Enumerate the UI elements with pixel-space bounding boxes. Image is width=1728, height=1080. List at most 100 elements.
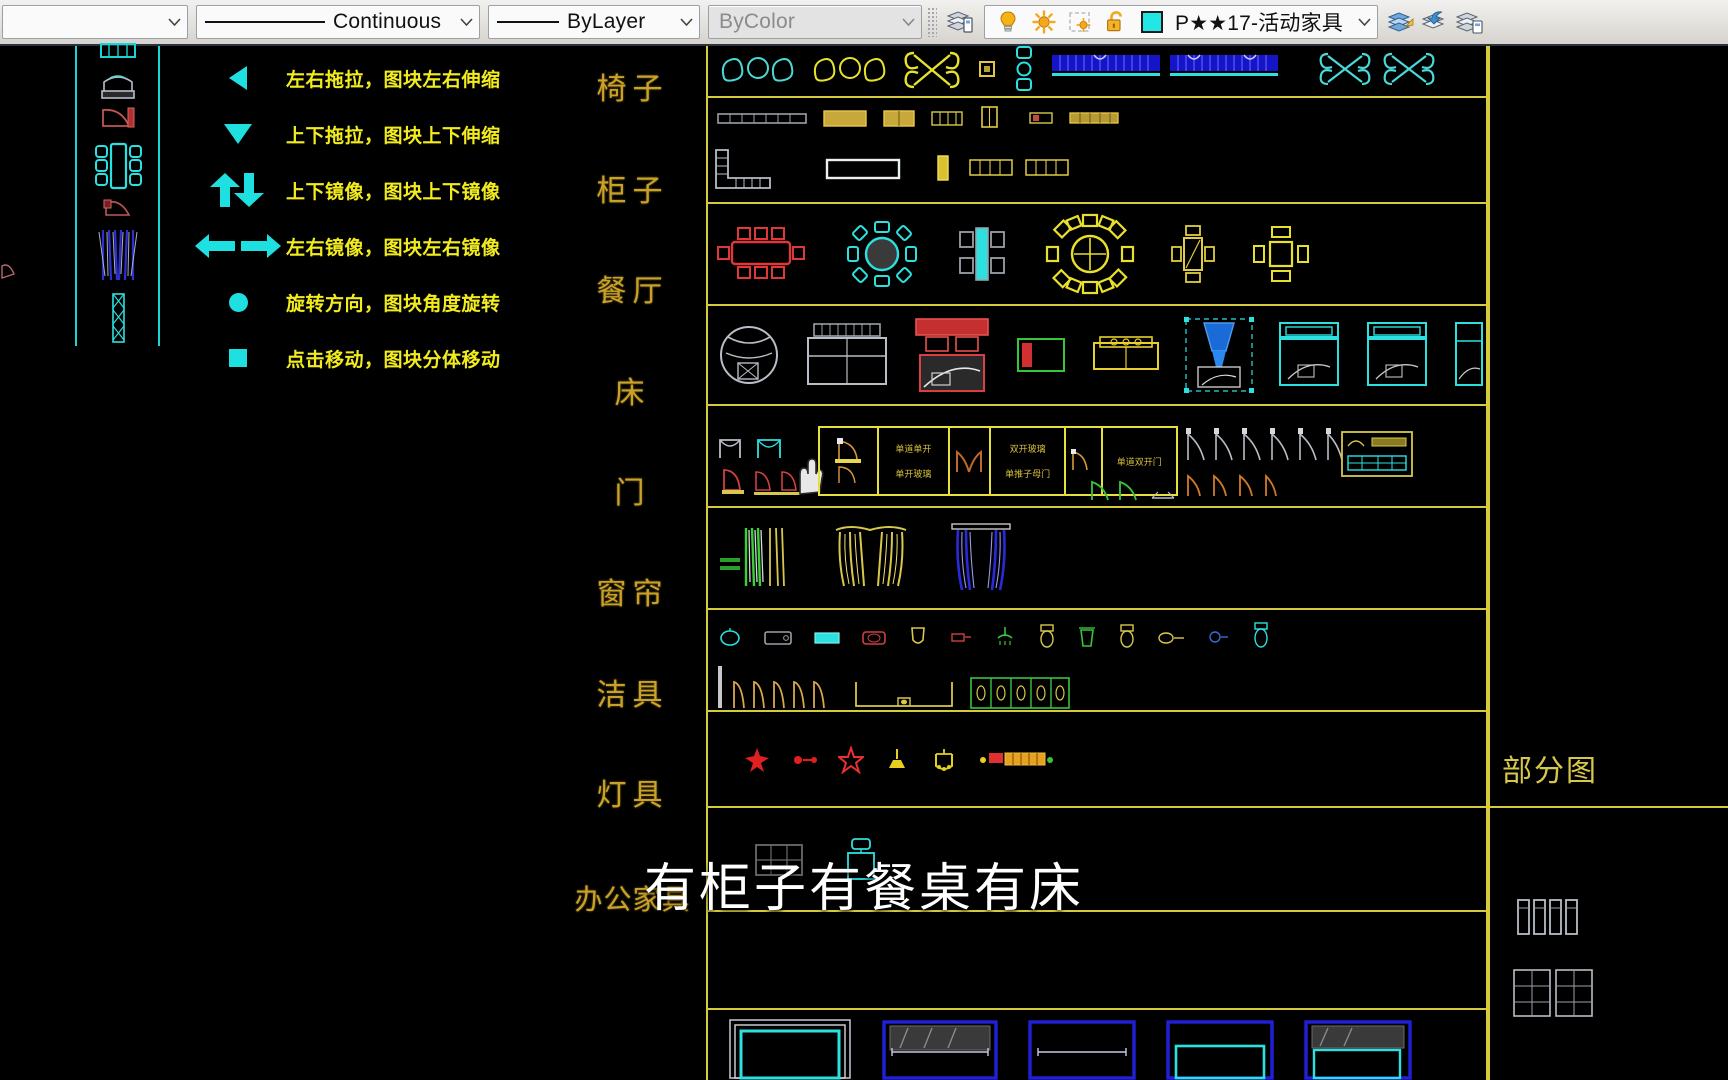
chevron-down-icon[interactable] [895, 6, 921, 38]
block-cabinet-small-red[interactable] [1028, 110, 1054, 131]
lightbulb-on-icon[interactable] [991, 5, 1025, 39]
chevron-down-icon[interactable] [453, 6, 479, 38]
block-sofa-row-blue-1[interactable] [1050, 53, 1162, 90]
block-dining-table-rect-red[interactable] [714, 218, 810, 295]
block-dining-table-square-yellow[interactable] [1250, 222, 1312, 291]
make-object-layer-current-icon[interactable] [1384, 5, 1418, 39]
block-sanitary-basin-cyan[interactable] [716, 626, 744, 653]
chevron-down-icon[interactable] [1351, 6, 1377, 38]
block-dining-table-grey[interactable] [954, 218, 1010, 295]
block-light-star-red[interactable] [836, 744, 866, 779]
row-cabinets[interactable] [706, 102, 1488, 202]
right-side-panel[interactable]: 部分图 [1488, 46, 1728, 1080]
block-office-desk-blue-1[interactable] [880, 1016, 1000, 1080]
drawing-canvas[interactable]: 左右拖拉，图块左右伸缩 上下拖拉，图块上下伸缩 上下镜像，图块上下镜像 左右镜像… [0, 43, 1728, 1080]
lineweight-bylayer-combo[interactable]: ByLayer [488, 5, 700, 39]
linetype-combo[interactable] [2, 5, 188, 39]
block-sanitary-stalls-green[interactable] [968, 674, 1072, 717]
block-office-desk-cyan-outline[interactable] [726, 1016, 854, 1080]
door-cell-icon-1[interactable] [820, 428, 880, 494]
unlock-icon[interactable] [1099, 5, 1133, 39]
block-curtain-green[interactable] [716, 522, 796, 599]
block-chair-trio-yellow[interactable] [808, 52, 894, 91]
block-door-green-pair[interactable] [1086, 472, 1178, 511]
plotstyle-bycolor-combo[interactable]: ByColor [708, 5, 922, 39]
block-sanitary-urinal-yellow[interactable] [1156, 626, 1188, 653]
block-sanitary-shower-green[interactable] [992, 624, 1018, 653]
freeze-layer-icon[interactable] [1063, 5, 1097, 39]
block-door-multi-group[interactable] [1182, 422, 1346, 471]
palette-block-column[interactable] [107, 292, 129, 349]
block-sanitary-fixture-red[interactable] [948, 626, 974, 653]
palette-block-conference-table[interactable] [91, 138, 145, 199]
block-bed-selected-blue[interactable] [1184, 316, 1254, 398]
block-cabinet-small-tall-yellow[interactable] [932, 152, 954, 189]
block-cabinet-tall-yellow[interactable] [978, 104, 1002, 135]
linetype-continuous-combo[interactable]: Continuous [196, 5, 480, 39]
block-sanitary-toilet-yellow[interactable] [906, 624, 930, 655]
block-library-table[interactable]: 单道单开 单开玻璃 双开玻璃 单推子母门 单道双开门 [706, 45, 1488, 1080]
row-doors[interactable]: 单道单开 单开玻璃 双开玻璃 单推子母门 单道双开门 [706, 412, 1488, 504]
sun-icon[interactable] [1027, 5, 1061, 39]
previous-layer-icon[interactable] [1418, 5, 1452, 39]
block-cabinet-long-grey[interactable] [716, 112, 808, 131]
block-bed-round-grey[interactable] [716, 319, 782, 396]
block-cabinet-row-2[interactable] [1024, 156, 1070, 185]
block-cabinet-wide-yellow[interactable] [1068, 110, 1120, 131]
row-dining[interactable] [706, 210, 1488, 302]
block-office-desk-blue-3[interactable] [1164, 1016, 1276, 1080]
block-office-desk-blue-2[interactable] [1026, 1016, 1138, 1080]
palette-block-cabinet[interactable] [95, 42, 141, 65]
block-light-wall-red[interactable] [792, 751, 818, 774]
block-sanitary-toilet-yellow-2[interactable] [1036, 622, 1058, 655]
block-sofa-row-blue-2[interactable] [1168, 53, 1280, 90]
row-curtains[interactable] [706, 514, 1488, 606]
door-cell-icon-2[interactable] [950, 428, 991, 494]
block-door-cabinet-yellow[interactable] [1338, 428, 1416, 485]
row-chairs[interactable] [706, 45, 1488, 98]
block-curtain-yellow[interactable] [830, 520, 912, 601]
block-bed-single-cyan[interactable] [1452, 319, 1486, 396]
block-bed-double-red[interactable] [912, 315, 992, 400]
block-chair-cross-pattern-3[interactable] [1380, 48, 1438, 95]
block-cabinet-yellow-1[interactable] [822, 108, 868, 135]
palette-block-curtain[interactable] [91, 226, 145, 293]
block-chair-column-cyan[interactable] [1008, 45, 1040, 98]
block-stool-small[interactable] [974, 56, 1000, 87]
row-beds[interactable] [706, 312, 1488, 402]
chevron-down-icon[interactable] [673, 6, 699, 38]
block-bed-cyan-1[interactable] [1276, 319, 1342, 396]
block-door-orange-group[interactable] [1182, 468, 1278, 507]
row-sanitary[interactable] [706, 616, 1488, 709]
block-sanitary-sink-cyan[interactable] [812, 626, 842, 653]
block-sanitary-bin-green[interactable] [1076, 622, 1098, 655]
block-sanitary-toilet-yellow-3[interactable] [1116, 622, 1138, 655]
row-lighting[interactable] [706, 722, 1488, 802]
block-office-desk-blue-4[interactable] [1302, 1016, 1414, 1080]
layer-states-icon[interactable] [1452, 5, 1486, 39]
block-sanitary-counter-yellow[interactable] [852, 678, 956, 715]
block-bed-green-frame[interactable] [1014, 333, 1068, 382]
block-sanitary-basin-blue[interactable] [1206, 624, 1232, 653]
block-dining-table-square-yellow-small[interactable] [1170, 222, 1216, 291]
block-sanitary-partition-row[interactable] [728, 672, 834, 715]
layer-control-combo[interactable]: P★★17-活动家具 [984, 5, 1378, 39]
block-curtain-blue[interactable] [946, 518, 1016, 603]
layer-color-swatch-icon[interactable] [1135, 5, 1169, 39]
block-sanitary-toilet-cyan[interactable] [1250, 620, 1272, 655]
block-bed-cyan-2[interactable] [1364, 319, 1430, 396]
block-dining-table-round-yellow[interactable] [1044, 212, 1136, 301]
block-chair-cross-pattern-2[interactable] [1316, 48, 1374, 95]
block-cabinet-white-rect[interactable] [824, 154, 902, 189]
block-sanitary-toilet-red-1[interactable] [860, 626, 888, 653]
block-bed-yellow-sofa[interactable] [1090, 333, 1162, 382]
row-office-desks[interactable] [706, 1016, 1488, 1080]
palette-block-corner-sofa[interactable] [95, 102, 141, 135]
block-dining-table-round-cyan[interactable] [844, 218, 920, 295]
block-cabinet-row-1[interactable] [968, 156, 1014, 185]
block-cabinet-l-shape[interactable] [712, 148, 774, 197]
chevron-down-icon[interactable] [161, 6, 187, 38]
block-chair-cross-pattern[interactable] [900, 45, 964, 98]
block-cabinet-drawer-unit[interactable] [930, 108, 964, 135]
block-sanitary-tub-grey[interactable] [762, 626, 794, 653]
